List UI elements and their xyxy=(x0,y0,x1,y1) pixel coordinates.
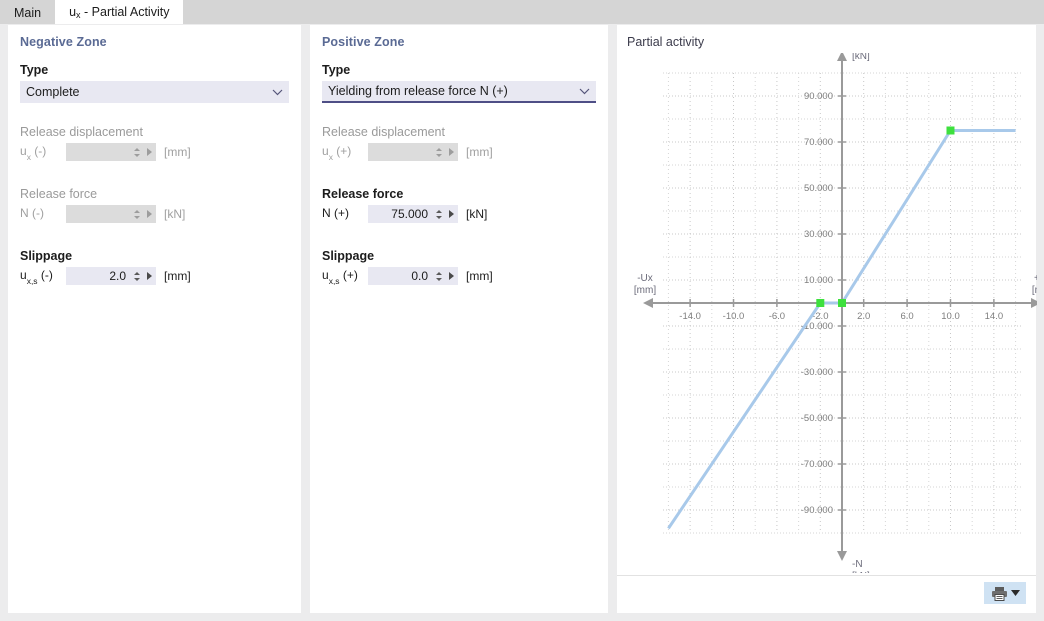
svg-text:-70.000: -70.000 xyxy=(801,459,833,470)
caret-down-icon[interactable] xyxy=(1010,590,1020,596)
negative-slippage-unit: [mm] xyxy=(164,269,191,283)
chart-footer xyxy=(617,576,1036,613)
positive-release-force-unit: [kN] xyxy=(466,207,488,221)
chart-panel: Partial activity -14.0 -10.0 -6.0 -2.0 2.0 6.… xyxy=(617,25,1037,613)
svg-text:-6.0: -6.0 xyxy=(769,311,785,322)
positive-slippage-value: 0.0 xyxy=(411,269,428,283)
positive-type-label: Type xyxy=(322,63,351,77)
svg-text:[kN]: [kN] xyxy=(852,571,870,573)
svg-text:30.000: 30.000 xyxy=(804,229,833,240)
svg-text:-10.0: -10.0 xyxy=(723,311,745,322)
positive-slippage-label: Slippage xyxy=(322,249,375,263)
chevron-down-icon xyxy=(271,86,283,98)
spinner-arrows-icon[interactable] xyxy=(131,268,142,284)
svg-text:-90.000: -90.000 xyxy=(801,505,833,516)
chart-plot-area: -14.0 -10.0 -6.0 -2.0 2.0 6.0 10.0 14.0 90.000 70… xyxy=(617,53,1037,575)
spinner-arrows-icon[interactable] xyxy=(131,144,142,160)
svg-text:-14.0: -14.0 xyxy=(679,311,701,322)
tab-main[interactable]: Main xyxy=(0,3,56,24)
svg-text:-Ux: -Ux xyxy=(637,273,653,284)
negative-slippage-value: 2.0 xyxy=(109,269,126,283)
negative-release-force-input[interactable] xyxy=(66,205,156,223)
svg-text:6.0: 6.0 xyxy=(900,311,913,322)
positive-slippage-name: ux,s (+) xyxy=(322,267,358,287)
svg-text:50.000: 50.000 xyxy=(804,183,833,194)
tab-main-label: Main xyxy=(14,6,42,20)
negative-type-value: Complete xyxy=(26,85,80,99)
svg-text:70.000: 70.000 xyxy=(804,137,833,148)
partial-activity-window: Main ux - Partial Activity Negative Zone… xyxy=(0,0,1044,621)
negative-slippage-input[interactable]: 2.0 xyxy=(66,267,156,285)
positive-slippage-row: ux,s (+) 0.0 [mm] xyxy=(322,267,596,287)
negative-release-force-name: N (-) xyxy=(20,205,44,220)
chevron-down-icon xyxy=(578,85,590,97)
spinner-arrows-icon[interactable] xyxy=(433,268,444,284)
negative-release-displacement-name: ux (-) xyxy=(20,143,47,163)
positive-type-combobox[interactable]: Yielding from release force N (+) xyxy=(322,81,596,103)
negative-type-label: Type xyxy=(20,63,49,77)
svg-text:[kN]: [kN] xyxy=(852,53,870,62)
spinner-arrows-icon[interactable] xyxy=(131,206,142,222)
printer-icon xyxy=(991,586,1008,601)
negative-release-displacement-row: ux (-) [mm] xyxy=(20,143,289,163)
negative-release-displacement-label: Release displacement xyxy=(20,125,143,139)
negative-type-combobox[interactable]: Complete xyxy=(20,81,289,103)
negative-release-force-unit: [kN] xyxy=(164,207,186,221)
svg-text:-30.000: -30.000 xyxy=(801,367,833,378)
expand-arrow-icon[interactable] xyxy=(142,144,156,160)
tab-partial-activity-suffix: - Partial Activity xyxy=(80,5,170,19)
print-button[interactable] xyxy=(984,582,1026,604)
panels-container: Negative Zone Type Complete Release disp… xyxy=(8,25,1037,613)
positive-release-displacement-unit: [mm] xyxy=(466,145,493,159)
positive-release-force-name: N (+) xyxy=(322,205,350,220)
positive-release-force-input[interactable]: 75.000 xyxy=(368,205,458,223)
positive-release-displacement-name: ux (+) xyxy=(322,143,352,163)
positive-release-displacement-input[interactable] xyxy=(368,143,458,161)
svg-text:10.000: 10.000 xyxy=(804,275,833,286)
svg-text:[mm]: [mm] xyxy=(634,285,656,296)
expand-arrow-icon[interactable] xyxy=(444,206,458,222)
spinner-arrows-icon[interactable] xyxy=(433,144,444,160)
partial-activity-plot: -14.0 -10.0 -6.0 -2.0 2.0 6.0 10.0 14.090.00070… xyxy=(634,53,1037,573)
negative-zone-panel: Negative Zone Type Complete Release disp… xyxy=(8,25,301,613)
positive-zone-title: Positive Zone xyxy=(322,35,405,49)
expand-arrow-icon[interactable] xyxy=(142,268,156,284)
positive-release-force-value: 75.000 xyxy=(391,207,428,221)
chart-title: Partial activity xyxy=(627,35,705,49)
svg-text:14.0: 14.0 xyxy=(985,311,1004,322)
negative-slippage-label: Slippage xyxy=(20,249,73,263)
svg-text:90.000: 90.000 xyxy=(804,91,833,102)
negative-release-force-row: N (-) [kN] xyxy=(20,205,289,223)
positive-release-force-row: N (+) 75.000 [kN] xyxy=(322,205,596,223)
expand-arrow-icon[interactable] xyxy=(444,268,458,284)
negative-slippage-name: ux,s (-) xyxy=(20,267,53,287)
positive-type-value: Yielding from release force N (+) xyxy=(328,84,508,98)
positive-zone-panel: Positive Zone Type Yielding from release… xyxy=(310,25,608,613)
svg-text:2.0: 2.0 xyxy=(857,311,870,322)
tab-strip: Main ux - Partial Activity xyxy=(0,0,1044,24)
svg-text:-50.000: -50.000 xyxy=(801,413,833,424)
expand-arrow-icon[interactable] xyxy=(142,206,156,222)
negative-release-displacement-input[interactable] xyxy=(66,143,156,161)
tab-partial-activity[interactable]: ux - Partial Activity xyxy=(55,0,184,24)
svg-text:-N: -N xyxy=(852,559,863,570)
svg-text:[mm]: [mm] xyxy=(1032,285,1037,296)
negative-release-force-label: Release force xyxy=(20,187,98,201)
positive-release-force-label: Release force xyxy=(322,187,404,201)
positive-release-displacement-label: Release displacement xyxy=(322,125,445,139)
expand-arrow-icon[interactable] xyxy=(444,144,458,160)
tab-partial-activity-label: u xyxy=(69,5,77,19)
svg-text:+Ux: +Ux xyxy=(1034,273,1037,284)
positive-slippage-input[interactable]: 0.0 xyxy=(368,267,458,285)
tab-partial-activity-sub: x xyxy=(76,10,81,20)
positive-slippage-unit: [mm] xyxy=(466,269,493,283)
negative-zone-title: Negative Zone xyxy=(20,35,107,49)
negative-slippage-row: ux,s (-) 2.0 [mm] xyxy=(20,267,289,287)
spinner-arrows-icon[interactable] xyxy=(433,206,444,222)
svg-text:10.0: 10.0 xyxy=(941,311,960,322)
negative-release-displacement-unit: [mm] xyxy=(164,145,191,159)
positive-release-displacement-row: ux (+) [mm] xyxy=(322,143,596,163)
